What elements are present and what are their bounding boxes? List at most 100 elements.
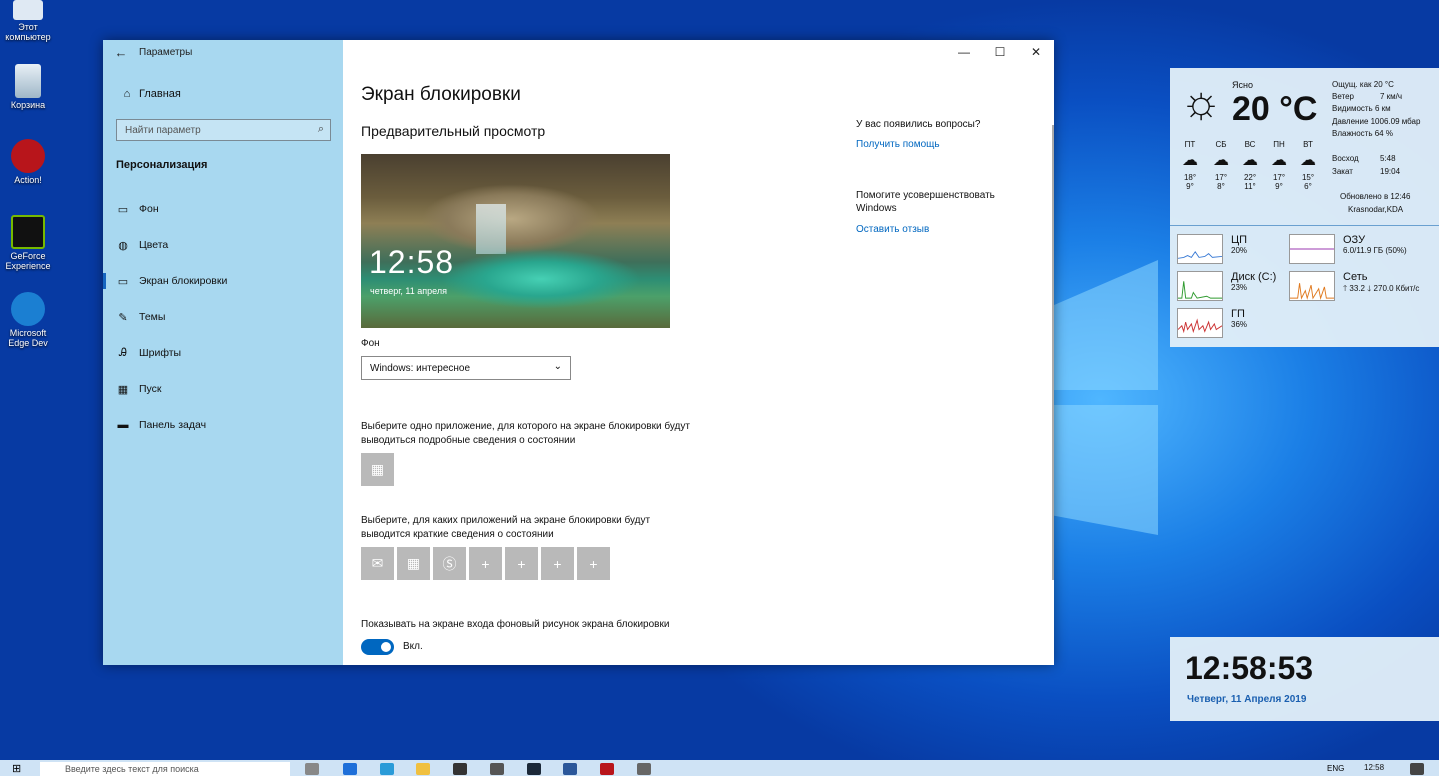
sidebar-item-label: Цвета bbox=[139, 239, 169, 251]
window-title: Параметры bbox=[139, 47, 193, 58]
task-view-icon[interactable] bbox=[305, 763, 319, 775]
forecast-day: ПН ☁ 17° 9° bbox=[1268, 140, 1290, 191]
forecast-high: 17° bbox=[1272, 173, 1286, 182]
chevron-down-icon: ⌄ bbox=[553, 361, 562, 372]
forecast-low: 11° bbox=[1244, 182, 1256, 191]
sun-icon: ☼ bbox=[1180, 75, 1223, 127]
file-explorer-icon[interactable] bbox=[416, 763, 430, 775]
sidebar-item-label: Пуск bbox=[139, 383, 162, 395]
weather-feels: Ощущ. как 20 °C bbox=[1332, 80, 1394, 89]
taskbar-search-input[interactable]: Введите здесь текст для поиска bbox=[40, 762, 290, 776]
search-input[interactable]: Найти параметр ⌕ bbox=[116, 119, 331, 141]
close-button[interactable]: ✕ bbox=[1018, 40, 1054, 65]
quick-status-add-slot[interactable]: + bbox=[541, 547, 574, 580]
network-graph bbox=[1289, 271, 1335, 301]
signin-background-toggle[interactable] bbox=[361, 639, 394, 655]
search-icon[interactable]: ⌕ bbox=[318, 123, 324, 136]
forecast-high: 18° bbox=[1183, 173, 1197, 182]
ram-graph bbox=[1289, 234, 1335, 264]
weather-humidity: Влажность 64 % bbox=[1332, 129, 1393, 138]
settings-gear-icon[interactable] bbox=[637, 763, 651, 775]
clock-date: Четверг, 11 Апреля 2019 bbox=[1187, 694, 1307, 705]
plus-icon: + bbox=[553, 555, 562, 572]
edge-dev-icon[interactable] bbox=[380, 763, 394, 775]
settings-sidebar: ← Параметры ⌂ Главная Найти параметр ⌕ Пер… bbox=[103, 40, 343, 665]
lock-screen-preview: 12:58 четверг, 11 апреля bbox=[361, 154, 670, 328]
forecast-day-name: ВС bbox=[1244, 140, 1256, 149]
detailed-status-label: Выберите одно приложение, для которого н… bbox=[361, 421, 690, 446]
quick-status-app-skype[interactable]: Ⓢ bbox=[433, 547, 466, 580]
desktop-icon-edge-dev[interactable]: Microsoft Edge Dev bbox=[0, 292, 56, 348]
plus-icon: + bbox=[481, 555, 490, 572]
taskbar: ⊞ Введите здесь текст для поиска ENG 12:… bbox=[0, 760, 1439, 776]
forecast-day: СБ ☁ 17° 8° bbox=[1210, 140, 1232, 191]
desktop-icon-this-pc[interactable]: Этот компьютер bbox=[0, 0, 56, 42]
forecast-day: ВТ ☁ 15° 6° bbox=[1297, 140, 1319, 191]
windows-logo-wallpaper bbox=[1053, 260, 1158, 540]
quick-status-app-calendar[interactable]: ▦ bbox=[397, 547, 430, 580]
sidebar-item-lock-screen[interactable]: ▭ Экран блокировки bbox=[103, 266, 343, 296]
background-select[interactable]: Windows: интересное ⌄ bbox=[361, 356, 571, 380]
nav-home-label: Главная bbox=[139, 88, 181, 100]
background-select-value: Windows: интересное bbox=[370, 363, 471, 374]
forecast-day-name: ПТ bbox=[1184, 140, 1196, 149]
forecast-high: 17° bbox=[1214, 173, 1228, 182]
quick-status-add-slot[interactable]: + bbox=[469, 547, 502, 580]
steam-icon[interactable] bbox=[527, 763, 541, 775]
disk-label: Диск (C:) bbox=[1231, 271, 1277, 283]
network-monitor: Сеть 🡑 33.2 🡓 270.0 Кбит/с bbox=[1343, 271, 1419, 297]
network-value: 🡑 33.2 🡓 270.0 Кбит/с bbox=[1343, 284, 1420, 293]
scrollbar[interactable] bbox=[1052, 125, 1054, 580]
disk-value: 23% bbox=[1231, 283, 1248, 292]
sidebar-item-taskbar[interactable]: ▬ Панель задач bbox=[103, 410, 343, 440]
desktop-icon-action[interactable]: Action! bbox=[0, 139, 56, 185]
feedback-link[interactable]: Оставить отзыв bbox=[856, 223, 1006, 236]
plus-icon: + bbox=[517, 555, 526, 572]
sunset-value: 19:04 bbox=[1380, 167, 1401, 176]
forecast-day: ВС ☁ 22° 11° bbox=[1239, 140, 1261, 191]
background-label: Фон bbox=[361, 338, 380, 349]
forecast-day-name: ПН bbox=[1273, 140, 1285, 149]
weather-widget: ☼ Ясно 20 °C Ощущ. как 20 °C Ветер 7 км/… bbox=[1170, 68, 1439, 347]
detailed-status-app-calendar[interactable]: ▦ bbox=[361, 453, 394, 486]
cloud-icon: ☁ bbox=[1300, 152, 1316, 169]
desktop-icon-recycle-bin[interactable]: Корзина bbox=[0, 64, 56, 110]
cpu-monitor: ЦП 20% bbox=[1231, 234, 1247, 255]
sidebar-item-themes[interactable]: ✎ Темы bbox=[103, 302, 343, 332]
weather-location: Krasnodar,KDA bbox=[1348, 205, 1404, 214]
sunrise-label: Восход bbox=[1332, 154, 1359, 163]
quick-status-add-slot[interactable]: + bbox=[577, 547, 610, 580]
nav-home[interactable]: ⌂ Главная bbox=[115, 88, 181, 100]
mail-icon[interactable] bbox=[490, 763, 504, 775]
sidebar-item-fonts[interactable]: Ꭿ Шрифты bbox=[103, 338, 343, 368]
maximize-button[interactable]: ☐ bbox=[982, 40, 1018, 65]
ram-monitor: ОЗУ 6.0/11.9 ГБ (50%) bbox=[1343, 234, 1407, 255]
sidebar-item-label: Экран блокировки bbox=[139, 275, 228, 287]
sidebar-item-colors[interactable]: ◍ Цвета bbox=[103, 230, 343, 260]
start-button[interactable]: ⊞ bbox=[12, 762, 21, 775]
language-indicator[interactable]: ENG bbox=[1327, 764, 1344, 773]
sidebar-item-label: Темы bbox=[139, 311, 166, 323]
page-title: Экран блокировки bbox=[361, 84, 521, 105]
lock-screen-icon: ▭ bbox=[117, 275, 129, 288]
store-icon[interactable] bbox=[453, 763, 467, 775]
themes-icon: ✎ bbox=[118, 311, 128, 324]
widget-divider bbox=[1170, 225, 1439, 226]
back-arrow-icon[interactable]: ← bbox=[103, 45, 139, 60]
quick-status-app-mail[interactable]: ✉ bbox=[361, 547, 394, 580]
minimize-button[interactable]: — bbox=[946, 40, 982, 65]
notification-icon[interactable] bbox=[1410, 763, 1424, 775]
edge-icon[interactable] bbox=[343, 763, 357, 775]
get-help-link[interactable]: Получить помощь bbox=[856, 138, 1006, 151]
sidebar-item-start[interactable]: ▦ Пуск bbox=[103, 374, 343, 404]
disk-graph bbox=[1177, 271, 1223, 301]
start-icon: ▦ bbox=[117, 383, 129, 396]
quick-status-add-slot[interactable]: + bbox=[505, 547, 538, 580]
forecast-low: 9° bbox=[1275, 182, 1283, 191]
taskbar-clock[interactable]: 12:58 bbox=[1364, 763, 1384, 772]
desktop-icon-geforce[interactable]: GeForce Experience bbox=[0, 215, 56, 271]
word-icon[interactable] bbox=[563, 763, 577, 775]
action-icon[interactable] bbox=[600, 763, 614, 775]
sidebar-item-background[interactable]: ▭ Фон bbox=[103, 194, 343, 224]
ram-label: ОЗУ bbox=[1343, 234, 1366, 246]
